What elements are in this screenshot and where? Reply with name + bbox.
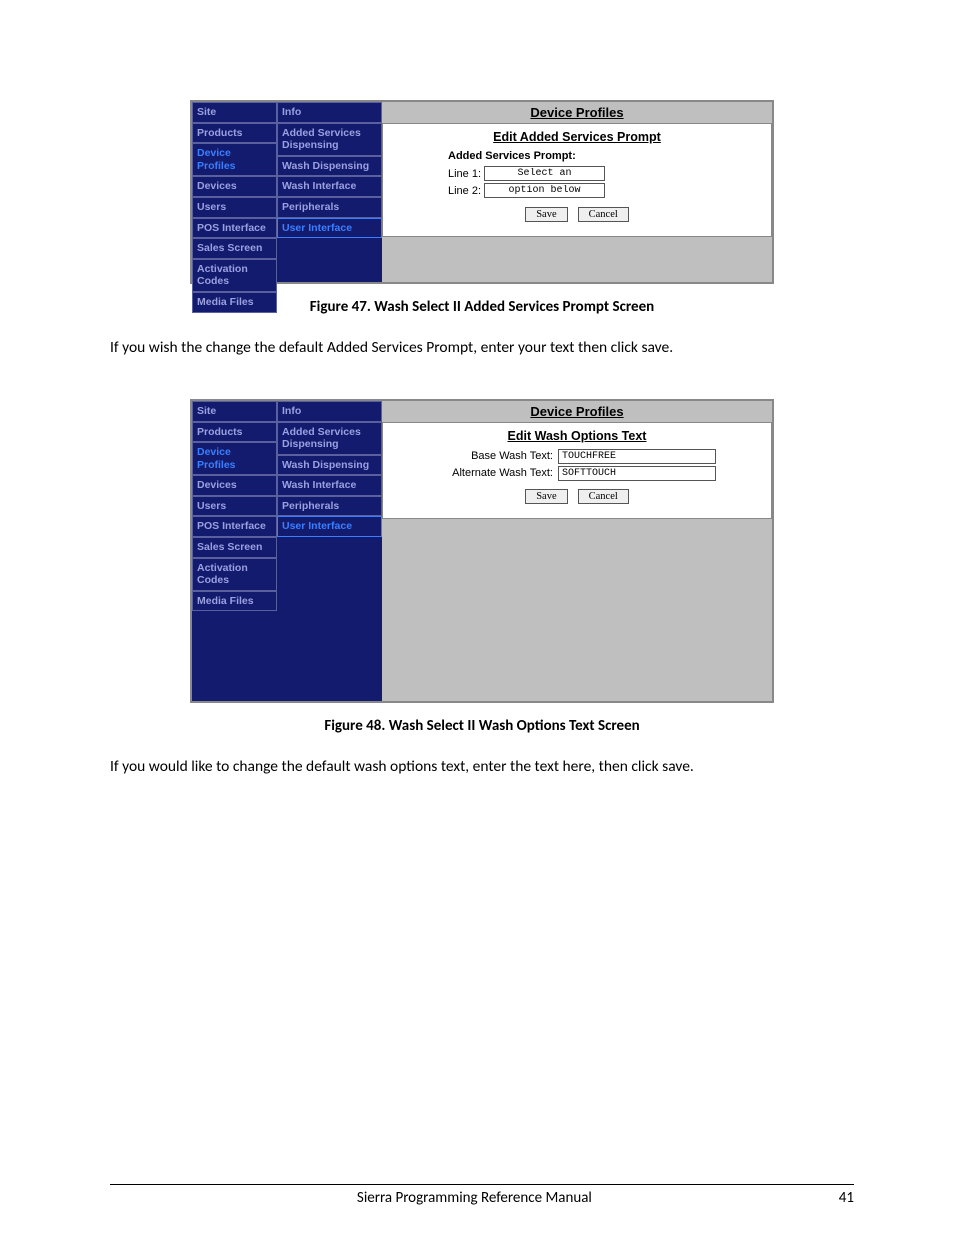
nav-pos-interface[interactable]: POS Interface: [192, 218, 277, 239]
primary-nav: Site Products Device Profiles Devices Us…: [192, 401, 277, 701]
nav2-info[interactable]: Info: [277, 102, 382, 123]
cancel-button[interactable]: Cancel: [578, 489, 629, 504]
nav-sales-screen[interactable]: Sales Screen: [192, 537, 277, 558]
page-footer: Sierra Programming Reference Manual 41: [110, 1184, 854, 1207]
paragraph-2: If you would like to change the default …: [110, 757, 854, 778]
nav-users[interactable]: Users: [192, 197, 277, 218]
nav2-user-interface[interactable]: User Interface: [277, 516, 382, 537]
nav2-wash-interface[interactable]: Wash Interface: [277, 475, 382, 496]
figure-48-caption: Figure 48. Wash Select II Wash Options T…: [110, 717, 854, 735]
primary-nav: Site Products Device Profiles Devices Us…: [192, 102, 277, 282]
nav2-user-interface[interactable]: User Interface: [277, 218, 382, 239]
nav-devices[interactable]: Devices: [192, 475, 277, 496]
line2-label: Line 2:: [448, 185, 481, 197]
nav2-peripherals[interactable]: Peripherals: [277, 496, 382, 517]
footer-page-number: 41: [839, 1189, 854, 1207]
panel-title: Device Profiles: [382, 401, 772, 423]
line2-input[interactable]: [484, 183, 605, 198]
panel-title: Device Profiles: [382, 102, 772, 124]
nav2-added-services[interactable]: Added Services Dispensing: [277, 422, 382, 455]
line1-label: Line 1:: [448, 168, 481, 180]
nav2-info[interactable]: Info: [277, 401, 382, 422]
figure-47-window: Site Products Device Profiles Devices Us…: [190, 100, 774, 284]
alt-wash-input[interactable]: [558, 466, 716, 481]
nav2-wash-dispensing[interactable]: Wash Dispensing: [277, 455, 382, 476]
line1-input[interactable]: [484, 166, 605, 181]
prompt-label: Added Services Prompt:: [448, 150, 576, 162]
paragraph-1: If you wish the change the default Added…: [110, 338, 854, 359]
panel-subtitle: Edit Added Services Prompt: [393, 130, 761, 144]
base-wash-label: Base Wash Text:: [438, 450, 553, 462]
nav-device-profiles[interactable]: Device Profiles: [192, 143, 277, 176]
nav-sales-screen[interactable]: Sales Screen: [192, 238, 277, 259]
save-button[interactable]: Save: [525, 489, 567, 504]
cancel-button[interactable]: Cancel: [578, 207, 629, 222]
nav-media-files[interactable]: Media Files: [192, 591, 277, 612]
base-wash-input[interactable]: [558, 449, 716, 464]
nav-users[interactable]: Users: [192, 496, 277, 517]
nav-device-profiles[interactable]: Device Profiles: [192, 442, 277, 475]
panel-subtitle: Edit Wash Options Text: [393, 429, 761, 443]
save-button[interactable]: Save: [525, 207, 567, 222]
nav2-peripherals[interactable]: Peripherals: [277, 197, 382, 218]
nav-activation-codes[interactable]: Activation Codes: [192, 558, 277, 591]
alt-wash-label: Alternate Wash Text:: [438, 467, 553, 479]
nav-activation-codes[interactable]: Activation Codes: [192, 259, 277, 292]
nav2-added-services[interactable]: Added Services Dispensing: [277, 123, 382, 156]
footer-title: Sierra Programming Reference Manual: [357, 1189, 592, 1207]
nav-products[interactable]: Products: [192, 123, 277, 144]
nav-pos-interface[interactable]: POS Interface: [192, 516, 277, 537]
nav-media-files[interactable]: Media Files: [192, 292, 277, 313]
nav-site[interactable]: Site: [192, 401, 277, 422]
nav2-wash-dispensing[interactable]: Wash Dispensing: [277, 156, 382, 177]
secondary-nav: Info Added Services Dispensing Wash Disp…: [277, 102, 382, 282]
secondary-nav: Info Added Services Dispensing Wash Disp…: [277, 401, 382, 701]
nav-devices[interactable]: Devices: [192, 176, 277, 197]
nav-site[interactable]: Site: [192, 102, 277, 123]
nav2-wash-interface[interactable]: Wash Interface: [277, 176, 382, 197]
figure-48-window: Site Products Device Profiles Devices Us…: [190, 399, 774, 703]
nav-products[interactable]: Products: [192, 422, 277, 443]
